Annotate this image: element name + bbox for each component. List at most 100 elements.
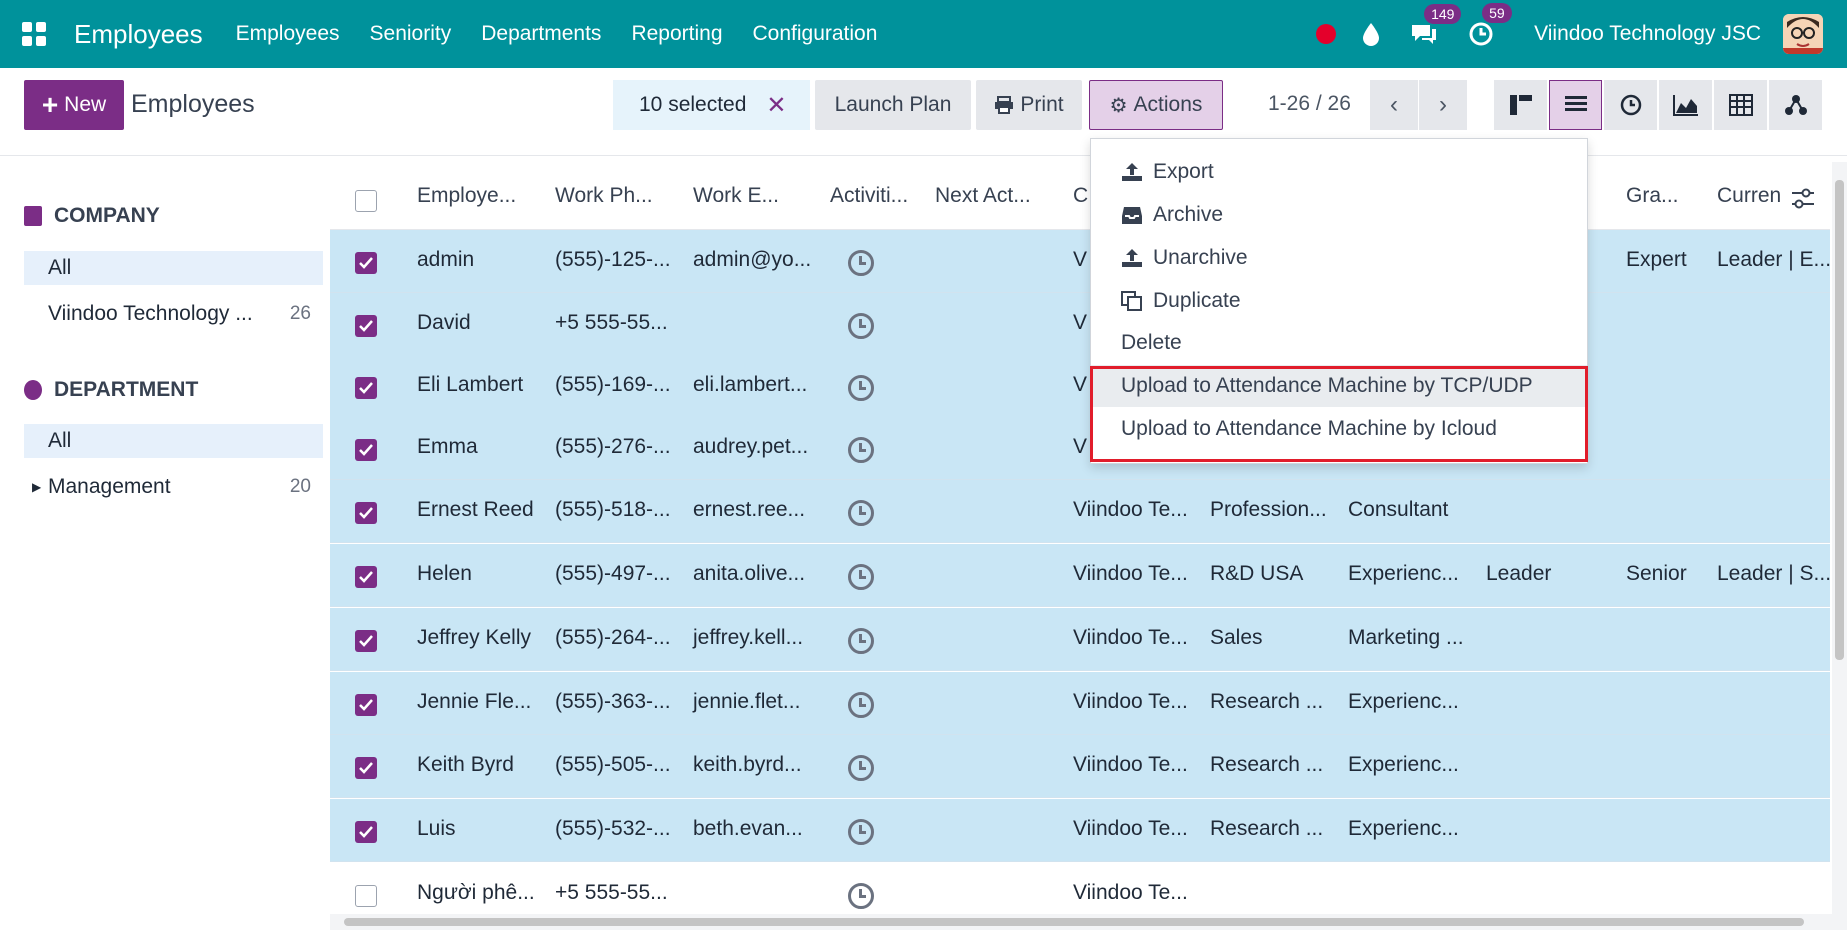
activity-clock-icon[interactable] <box>848 819 874 845</box>
column-grade[interactable]: Gra... <box>1626 184 1679 208</box>
table-row[interactable]: Luis (555)-532-... beth.evan... Viindoo Te.… <box>330 799 1830 862</box>
row-checkbox[interactable] <box>355 315 377 337</box>
launch-plan-button[interactable]: Launch Plan <box>815 80 971 130</box>
cell-employee-name: David <box>417 311 471 334</box>
nav-departments[interactable]: Departments <box>481 22 601 46</box>
nav-configuration[interactable]: Configuration <box>753 22 878 46</box>
cell-company: V <box>1073 373 1088 396</box>
activity-clock-icon[interactable] <box>848 883 874 909</box>
company-switcher[interactable]: Viindoo Technology JSC <box>1534 22 1761 46</box>
record-icon[interactable] <box>1316 24 1337 44</box>
cell-job: Experienc... <box>1348 753 1459 776</box>
row-checkbox[interactable] <box>355 757 377 779</box>
cell-work-phone: +5 555-55... <box>555 881 668 904</box>
activity-clock-icon[interactable] <box>848 313 874 339</box>
cell-department: Research ... <box>1210 690 1324 713</box>
nav-reporting[interactable]: Reporting <box>631 22 722 46</box>
table-row[interactable]: Eli Lambert (555)-169-... eli.lambert... V <box>330 355 1830 418</box>
menu-item-export[interactable]: Export <box>1091 151 1587 193</box>
cell-employee-name: Keith Byrd <box>417 753 514 776</box>
activity-clock-icon[interactable] <box>848 628 874 654</box>
list-view-icon[interactable] <box>1549 80 1602 130</box>
menu-item-duplicate[interactable]: Duplicate <box>1091 280 1587 322</box>
column-company[interactable]: C <box>1073 184 1088 208</box>
cell-work-email: admin@yo... <box>693 248 812 271</box>
row-checkbox[interactable] <box>355 630 377 652</box>
cell-employee-name: Helen <box>417 562 472 585</box>
vertical-scrollbar[interactable] <box>1832 162 1847 930</box>
company-filter-all[interactable]: All <box>24 251 323 285</box>
hierarchy-view-icon[interactable] <box>1769 80 1822 130</box>
activity-clock-icon[interactable] <box>848 437 874 463</box>
user-avatar[interactable] <box>1783 14 1823 54</box>
activity-clock-icon[interactable] <box>848 755 874 781</box>
row-checkbox[interactable] <box>355 566 377 588</box>
column-next-activity[interactable]: Next Act... <box>935 184 1031 208</box>
row-checkbox[interactable] <box>355 694 377 716</box>
nav-employees[interactable]: Employees <box>236 22 340 46</box>
cell-employee-name: Ernest Reed <box>417 498 534 521</box>
table-row[interactable]: Ernest Reed (555)-518-... ernest.ree... Vii… <box>330 480 1830 543</box>
new-button-label: New <box>64 93 107 116</box>
table-row[interactable]: Jeffrey Kelly (555)-264-... jeffrey.kell..… <box>330 608 1830 671</box>
table-row[interactable]: David +5 555-55... V <box>330 293 1830 356</box>
department-filter-management[interactable]: ▶ Management 20 <box>24 470 323 504</box>
activity-clock-icon[interactable] <box>848 375 874 401</box>
table-row[interactable]: Keith Byrd (555)-505-... keith.byrd... Viin… <box>330 735 1830 798</box>
pager-next-button[interactable]: › <box>1419 80 1467 130</box>
new-button[interactable]: + New <box>24 80 124 130</box>
row-checkbox[interactable] <box>355 885 377 907</box>
pager-value[interactable]: 1-26 / 26 <box>1268 92 1351 116</box>
nav-seniority[interactable]: Seniority <box>370 22 452 46</box>
cell-job: Experienc... <box>1348 690 1459 713</box>
optional-columns-icon[interactable] <box>1791 188 1815 216</box>
column-employee[interactable]: Employe... <box>417 184 516 208</box>
cell-work-email: keith.byrd... <box>693 753 802 776</box>
row-checkbox[interactable] <box>355 502 377 524</box>
table-row[interactable]: admin (555)-125-... admin@yo... V Expert Lead… <box>330 230 1830 293</box>
actions-button[interactable]: ⚙ Actions <box>1089 80 1223 130</box>
pager-prev-button[interactable]: ‹ <box>1370 80 1418 130</box>
column-current[interactable]: Curren <box>1717 184 1781 208</box>
horizontal-scrollbar[interactable] <box>330 914 1832 930</box>
table-row[interactable]: Jennie Fle... (555)-363-... jennie.flet...… <box>330 672 1830 735</box>
column-work-phone[interactable]: Work Ph... <box>555 184 653 208</box>
activity-clock-icon[interactable] <box>848 250 874 276</box>
app-brand[interactable]: Employees <box>74 19 203 50</box>
cell-work-phone: (555)-125-... <box>555 248 671 271</box>
cell-job: Experienc... <box>1348 817 1459 840</box>
column-activities[interactable]: Activiti... <box>830 184 908 208</box>
department-filter-all[interactable]: All <box>24 424 323 458</box>
graph-view-icon[interactable] <box>1659 80 1712 130</box>
messages-icon[interactable]: 149 <box>1410 4 1462 46</box>
menu-item-unarchive[interactable]: Unarchive <box>1091 237 1587 279</box>
table-row[interactable]: Emma (555)-276-... audrey.pet... V <box>330 417 1830 480</box>
activity-clock-icon[interactable] <box>848 500 874 526</box>
caret-right-icon[interactable]: ▶ <box>32 480 41 494</box>
cell-company: V <box>1073 435 1088 458</box>
building-icon <box>24 206 42 226</box>
upload-icon <box>1122 163 1142 181</box>
drop-icon[interactable] <box>1362 22 1380 46</box>
company-filter-viindoo[interactable]: Viindoo Technology ... 26 <box>24 297 323 331</box>
cell-job: Consultant <box>1348 498 1449 521</box>
row-checkbox[interactable] <box>355 377 377 399</box>
menu-item-delete[interactable]: Delete <box>1091 322 1587 364</box>
pivot-view-icon[interactable] <box>1714 80 1767 130</box>
activity-view-icon[interactable] <box>1604 80 1657 130</box>
column-work-email[interactable]: Work E... <box>693 184 779 208</box>
row-checkbox[interactable] <box>355 821 377 843</box>
table-row[interactable]: Helen (555)-497-... anita.olive... Viindoo … <box>330 544 1830 607</box>
row-checkbox[interactable] <box>355 439 377 461</box>
menu-item-label: Delete <box>1121 331 1182 354</box>
activity-clock-icon[interactable] <box>848 692 874 718</box>
activities-icon[interactable]: 59 <box>1468 3 1512 47</box>
clear-selection-icon[interactable]: ✕ <box>766 91 786 120</box>
row-checkbox[interactable] <box>355 252 377 274</box>
activity-clock-icon[interactable] <box>848 564 874 590</box>
menu-item-archive[interactable]: Archive <box>1091 194 1587 236</box>
print-button[interactable]: Print <box>976 80 1082 130</box>
select-all-checkbox[interactable] <box>355 190 377 212</box>
kanban-view-icon[interactable] <box>1494 80 1547 130</box>
apps-menu-icon[interactable] <box>0 0 68 68</box>
